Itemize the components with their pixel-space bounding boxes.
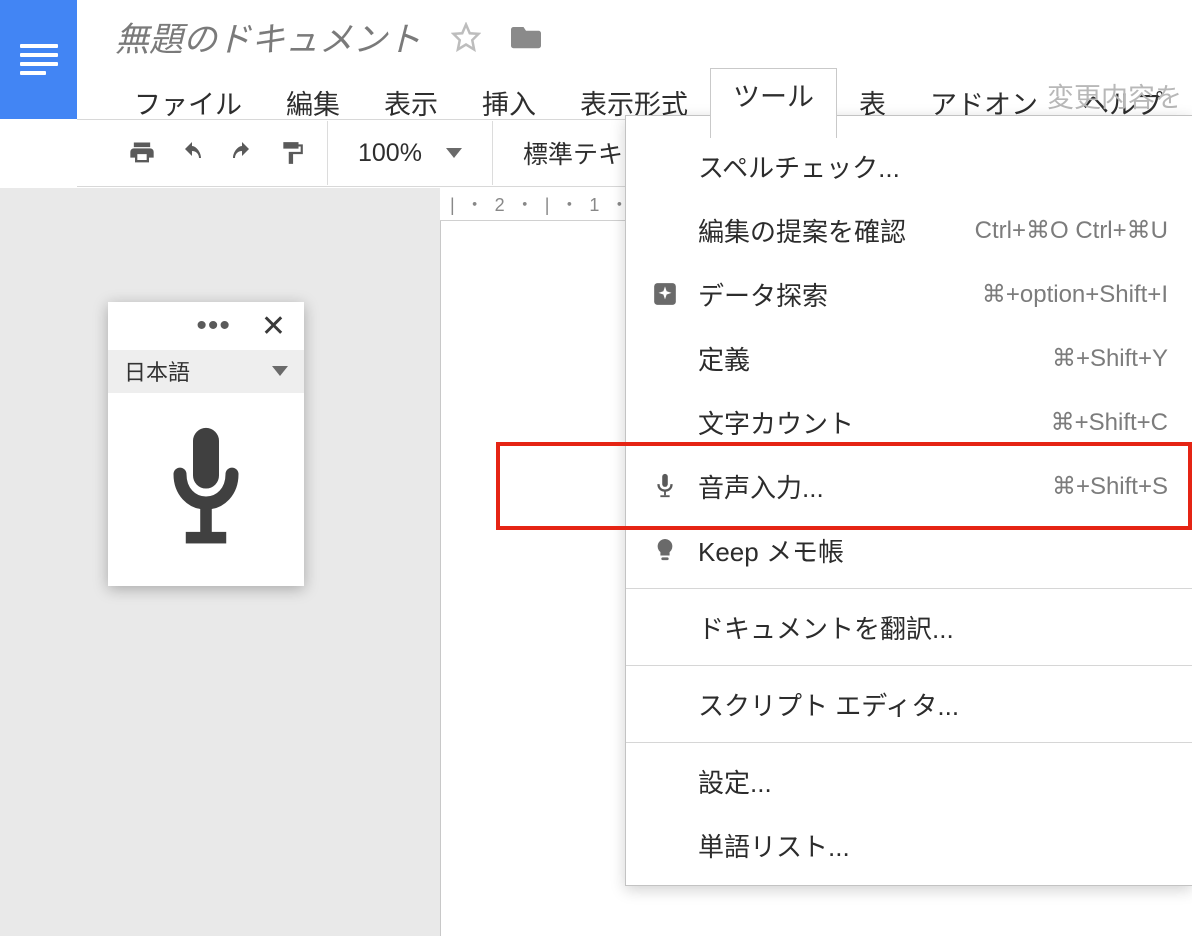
changes-saved-text: 変更内容を xyxy=(1047,76,1182,115)
tools-menu-item-label: Keep メモ帳 xyxy=(698,532,844,569)
voice-mic-button[interactable] xyxy=(108,392,304,586)
tools-menu-item-label: 単語リスト... xyxy=(698,827,850,864)
tools-menu-item[interactable]: スクリプト エディタ... xyxy=(626,672,1192,736)
more-options-icon[interactable]: ••• xyxy=(196,311,231,341)
folder-icon[interactable] xyxy=(511,24,541,50)
undo-button[interactable] xyxy=(167,133,217,173)
paragraph-style-label: 標準テキ xyxy=(523,141,623,169)
tools-menu-item-shortcut: Ctrl+⌘O Ctrl+⌘U xyxy=(975,216,1168,245)
tools-menu-item-shortcut: ⌘+Shift+S xyxy=(1052,472,1168,501)
tools-menu-item-shortcut: ⌘+option+Shift+I xyxy=(982,280,1168,309)
tools-menu-item-label: 音声入力... xyxy=(698,468,824,505)
document-title[interactable]: 無題のドキュメント xyxy=(115,12,421,61)
tools-menu-item-label: スペルチェック... xyxy=(698,148,900,185)
tools-menu-item-label: 設定... xyxy=(698,763,772,800)
tools-menu-item-label: データ探索 xyxy=(698,276,828,313)
bulb-icon xyxy=(650,537,680,563)
tools-menu-item-label: ドキュメントを翻訳... xyxy=(698,609,954,646)
chevron-down-icon xyxy=(446,148,462,158)
tools-menu-item[interactable]: 文字カウント ⌘+Shift+C xyxy=(626,390,1192,454)
tools-menu-item[interactable]: スペルチェック... xyxy=(626,134,1192,198)
tools-menu-item-label: 編集の提案を確認 xyxy=(698,212,906,249)
tools-menu-item[interactable]: 設定... xyxy=(626,749,1192,813)
print-button[interactable] xyxy=(117,133,167,173)
close-icon[interactable]: ✕ xyxy=(261,309,286,344)
tools-menu-item[interactable]: Keep メモ帳 xyxy=(626,518,1192,582)
tools-dropdown: スペルチェック... 編集の提案を確認 Ctrl+⌘O Ctrl+⌘U データ探索 ⌘+… xyxy=(625,115,1192,886)
star-icon[interactable] xyxy=(451,22,481,52)
explore-icon xyxy=(650,281,680,307)
tools-menu-item-label: 定義 xyxy=(698,340,750,377)
docs-logo[interactable] xyxy=(0,0,77,119)
paint-format-button[interactable] xyxy=(267,133,317,173)
chevron-down-icon xyxy=(272,366,288,376)
voice-language-dropdown[interactable]: 日本語 xyxy=(108,350,304,392)
zoom-value: 100% xyxy=(358,139,422,168)
paragraph-style-dropdown[interactable]: 標準テキ xyxy=(503,135,643,171)
tools-menu-item[interactable]: 編集の提案を確認 Ctrl+⌘O Ctrl+⌘U xyxy=(626,198,1192,262)
menu-tools[interactable]: ツール xyxy=(710,68,837,138)
redo-button[interactable] xyxy=(217,133,267,173)
tools-menu-item[interactable]: ドキュメントを翻訳... xyxy=(626,595,1192,659)
tools-menu-item-label: 文字カウント xyxy=(698,404,854,441)
zoom-dropdown[interactable]: 100% xyxy=(338,139,482,168)
tools-menu-item-shortcut: ⌘+Shift+C xyxy=(1051,408,1168,437)
tools-menu-item[interactable]: データ探索 ⌘+option+Shift+I xyxy=(626,262,1192,326)
voice-language-label: 日本語 xyxy=(124,355,190,387)
tools-menu-item[interactable]: 定義 ⌘+Shift+Y xyxy=(626,326,1192,390)
tools-menu-item[interactable]: 単語リスト... xyxy=(626,813,1192,877)
tools-menu-item-label: スクリプト エディタ... xyxy=(698,686,959,723)
docs-logo-lines-icon xyxy=(20,44,58,75)
mic-icon xyxy=(650,473,680,499)
tools-menu-item-shortcut: ⌘+Shift+Y xyxy=(1052,344,1168,373)
tools-menu-item[interactable]: 音声入力... ⌘+Shift+S xyxy=(626,454,1192,518)
voice-typing-panel: ••• ✕ 日本語 xyxy=(108,302,304,586)
